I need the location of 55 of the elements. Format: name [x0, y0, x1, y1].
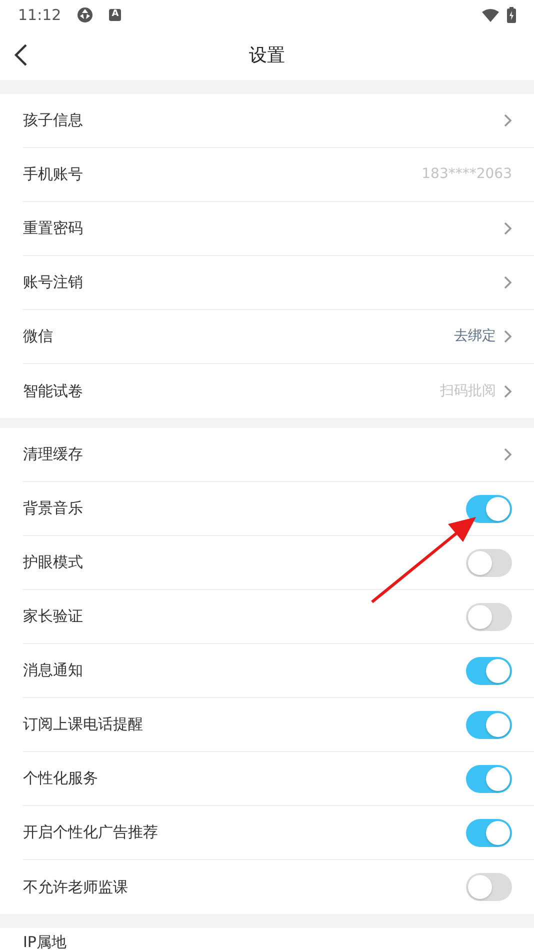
settings-row[interactable]: 智能试卷 扫码批阅 [23, 364, 534, 418]
toggle-switch[interactable] [466, 656, 512, 684]
row-label: 开启个性化广告推荐 [23, 822, 158, 844]
row-value: 去绑定 [454, 327, 496, 346]
notification-icon: A [109, 9, 122, 21]
row-label: 家长验证 [23, 606, 83, 628]
row-label: IP属地 [23, 932, 66, 950]
settings-row[interactable]: 个性化服务 [23, 752, 534, 806]
page-title: 设置 [249, 44, 285, 68]
chevron-right-icon [504, 448, 512, 461]
row-value: 扫码批阅 [440, 382, 496, 400]
row-label: 清理缓存 [23, 444, 83, 466]
settings-row[interactable]: 护眼模式 [23, 536, 534, 590]
chevron-right-icon [504, 276, 512, 289]
row-label: 账号注销 [23, 272, 83, 294]
settings-row[interactable]: 开启个性化广告推荐 [23, 806, 534, 860]
settings-row[interactable]: 重置密码 [23, 202, 534, 256]
toggle-switch[interactable] [466, 818, 512, 846]
row-label: 护眼模式 [23, 552, 83, 574]
chevron-right-icon [504, 222, 512, 235]
wifi-icon [482, 8, 499, 22]
row-label: 手机账号 [23, 164, 83, 186]
back-icon[interactable] [14, 44, 28, 66]
toggle-switch[interactable] [466, 710, 512, 738]
row-label: 消息通知 [23, 660, 83, 682]
settings-row[interactable]: IP属地 [23, 928, 534, 950]
settings-row[interactable]: 不允许老师监课 [23, 860, 534, 914]
settings-row[interactable]: 账号注销 [23, 256, 534, 310]
row-label: 不允许老师监课 [23, 876, 128, 898]
settings-row[interactable]: 家长验证 [23, 590, 534, 644]
row-label: 重置密码 [23, 218, 83, 240]
battery-icon [507, 7, 516, 23]
row-label: 个性化服务 [23, 768, 98, 790]
row-label: 订阅上课电话提醒 [23, 714, 143, 736]
settings-row[interactable]: 孩子信息 [23, 94, 534, 148]
settings-row[interactable]: 手机账号 183****2063 [23, 148, 534, 202]
row-label: 智能试卷 [23, 380, 83, 402]
toggle-switch[interactable] [466, 602, 512, 630]
row-label: 背景音乐 [23, 498, 83, 520]
status-time: 11:12 [18, 4, 62, 26]
toggle-switch[interactable] [466, 873, 512, 901]
row-label: 孩子信息 [23, 110, 83, 132]
settings-row[interactable]: 订阅上课电话提醒 [23, 698, 534, 752]
toggle-switch[interactable] [466, 548, 512, 576]
settings-row[interactable]: 清理缓存 [23, 428, 534, 482]
settings-row[interactable]: 消息通知 [23, 644, 534, 698]
chevron-right-icon [504, 384, 512, 398]
chevron-right-icon [504, 114, 512, 127]
toggle-switch[interactable] [466, 494, 512, 522]
toggle-switch[interactable] [466, 764, 512, 792]
chevron-right-icon [504, 330, 512, 343]
row-label: 微信 [23, 326, 53, 348]
settings-row[interactable]: 微信 去绑定 [23, 310, 534, 364]
row-value: 183****2063 [422, 165, 512, 184]
aperture-icon [77, 7, 94, 23]
